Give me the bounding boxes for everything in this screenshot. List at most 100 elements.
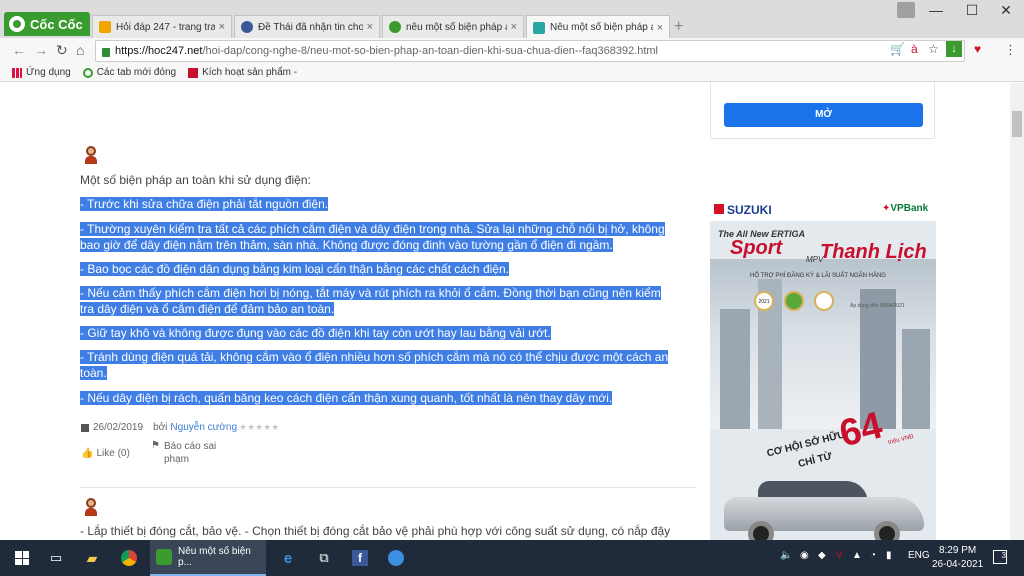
bookmarks-bar: Ứng dụng Các tab mới đóng Kích hoạt sản … bbox=[0, 64, 1024, 82]
suzuki-logo: SUZUKI bbox=[714, 203, 772, 217]
bookmark-activate[interactable]: Kích hoạt sản phẩm - bbox=[188, 67, 297, 78]
scrollbar-thumb[interactable] bbox=[1012, 111, 1022, 137]
tab-label: Đề Thái đã nhận tin cho bạ bbox=[258, 21, 363, 33]
edge-icon[interactable]: e bbox=[274, 540, 302, 576]
like-label: Like (0) bbox=[96, 448, 130, 459]
user-avatar-icon[interactable] bbox=[82, 146, 100, 164]
tray-app-icon[interactable]: ▲ bbox=[852, 550, 862, 561]
teamviewer-icon[interactable] bbox=[382, 540, 410, 576]
vpbank-logo: ✦VPBank bbox=[882, 203, 929, 214]
kaspersky-icon bbox=[188, 67, 199, 78]
like-button[interactable]: 👍 Like (0) bbox=[81, 448, 130, 459]
wifi-icon[interactable]: ◔ bbox=[870, 550, 876, 561]
tab-facebook[interactable]: Đề Thái đã nhận tin cho bạ × bbox=[234, 15, 380, 38]
taskbar-active-app[interactable]: Nêu một số biện p... bbox=[150, 540, 266, 576]
clock-time: 8:29 PM bbox=[938, 545, 977, 556]
address-bar[interactable]: https://hoc247.net/hoi-dap/cong-nghe-8/n… bbox=[95, 40, 965, 62]
rating-stars[interactable]: ★★★★★ bbox=[239, 422, 279, 433]
sidebar-box: MỞ bbox=[710, 83, 935, 139]
bookmark-apps[interactable]: Ứng dụng bbox=[12, 67, 71, 78]
answer-line: - Nếu cảm thấy phích cắm điện hơi bị nón… bbox=[80, 286, 661, 300]
menu-icon[interactable]: ⋮ bbox=[1004, 42, 1017, 58]
ad-brand: SUZUKI bbox=[727, 203, 772, 217]
coccoc-leaf-icon bbox=[9, 16, 25, 32]
notification-count: 3 bbox=[1001, 551, 1006, 560]
store-icon[interactable]: ⧉ bbox=[310, 540, 338, 576]
reload-icon[interactable]: ↻ bbox=[56, 42, 68, 59]
badge-year: 2021 bbox=[758, 299, 770, 305]
by-label: bởi bbox=[153, 422, 168, 433]
coccoc-logo[interactable]: Cốc Cốc bbox=[4, 12, 90, 36]
minimize-button[interactable]: — bbox=[916, 2, 956, 18]
chrome-icon[interactable] bbox=[114, 540, 144, 576]
page-scrollbar[interactable] bbox=[1010, 83, 1024, 540]
tab-search[interactable]: nêu một số biện pháp an t × bbox=[382, 15, 524, 38]
close-window-button[interactable]: ✕ bbox=[986, 2, 1024, 19]
ad-sport: Sport bbox=[730, 237, 783, 259]
battery-icon[interactable]: ▮ bbox=[886, 550, 892, 561]
history-icon bbox=[82, 67, 93, 78]
report-button[interactable]: ⚑ Báo cáo sai phạm bbox=[151, 440, 216, 466]
translate-icon[interactable]: à bbox=[911, 42, 918, 56]
ad-offer-line2: CHỈ TỪ bbox=[797, 451, 834, 470]
speaker-icon[interactable]: 🔈 bbox=[780, 550, 792, 561]
web-page: MỞ Một số biện pháp an toàn khi sử dụng … bbox=[0, 83, 1024, 540]
tray-app-icon[interactable]: V bbox=[836, 550, 843, 561]
tab-hoi-dap[interactable]: Hỏi đáp 247 - trang tra lời × bbox=[92, 15, 232, 38]
clock[interactable]: 8:29 PM 26-04-2021 bbox=[932, 544, 983, 572]
facebook-taskbar-icon[interactable]: f bbox=[346, 540, 374, 576]
bookmark-star-icon[interactable]: ☆ bbox=[928, 42, 939, 56]
close-icon[interactable]: × bbox=[219, 21, 225, 33]
tray-app-icon[interactable]: ◆ bbox=[818, 550, 826, 561]
start-button[interactable] bbox=[6, 540, 38, 576]
bookmark-recent-tabs[interactable]: Các tab mới đóng bbox=[82, 67, 177, 78]
tray-app-icon[interactable]: ◉ bbox=[800, 550, 809, 561]
tab-label: nêu một số biện pháp an t bbox=[406, 21, 507, 33]
suzuki-s-icon bbox=[714, 204, 724, 214]
download-icon[interactable]: ↓ bbox=[946, 41, 962, 57]
windows-taskbar: ▭ ▰ Nêu một số biện p... e ⧉ f 🔈 ◉ ◆ V ▲… bbox=[0, 540, 1024, 576]
task-view-icon[interactable]: ▭ bbox=[42, 540, 70, 576]
answer-line: bao giờ để dây điện nằm trên thảm, sàn n… bbox=[80, 238, 613, 252]
calendar-icon bbox=[81, 423, 89, 432]
ad-bank: VPBank bbox=[890, 203, 929, 214]
ad-offer-line1: CƠ HỘI SỞ HỮU bbox=[765, 429, 846, 460]
close-icon[interactable]: × bbox=[657, 22, 663, 34]
language-indicator[interactable]: ENG bbox=[908, 550, 930, 561]
thumbs-up-icon: 👍 bbox=[81, 448, 94, 459]
author-link[interactable]: Nguyễn cường bbox=[170, 422, 237, 433]
new-tab-button[interactable]: + bbox=[674, 18, 683, 36]
cart-icon[interactable]: 🛒 bbox=[890, 42, 905, 56]
answer-line: toàn. bbox=[80, 366, 107, 380]
hoc247-icon bbox=[99, 21, 111, 33]
home-icon[interactable]: ⌂ bbox=[76, 42, 84, 58]
heart-icon[interactable]: ♥ bbox=[974, 42, 981, 56]
tab-label: Nêu một số biện pháp an t bbox=[550, 22, 653, 33]
report-label: Báo cáo sai bbox=[163, 441, 217, 452]
close-icon[interactable]: × bbox=[367, 21, 373, 33]
url-host: https://hoc247.net bbox=[115, 45, 203, 57]
url-path: /hoi-dap/cong-nghe-8/neu-mot-so-bien-pha… bbox=[202, 45, 659, 57]
coccoc-icon bbox=[156, 549, 172, 565]
answer-line: - Trước khi sửa chữa điện phải tắt nguồn… bbox=[80, 197, 329, 211]
suzuki-ad-banner[interactable]: SUZUKI ✦VPBank The All New ERTIGA Sport … bbox=[710, 199, 936, 540]
tab-strip: Cốc Cốc Hỏi đáp 247 - trang tra lời × Đề… bbox=[0, 0, 1024, 39]
open-button[interactable]: MỞ bbox=[724, 103, 923, 127]
bookmark-label: Các tab mới đóng bbox=[96, 67, 177, 78]
forward-arrow-icon[interactable]: → bbox=[34, 42, 48, 58]
city-background bbox=[710, 259, 936, 429]
notification-center-icon[interactable]: 3 bbox=[993, 550, 1007, 564]
file-explorer-icon[interactable]: ▰ bbox=[78, 540, 106, 576]
clock-date: 26-04-2021 bbox=[932, 559, 984, 570]
back-arrow-icon[interactable]: ← bbox=[12, 42, 26, 58]
close-icon[interactable]: × bbox=[511, 21, 517, 33]
answer-line: - Tránh dùng điện quá tải, không cắm vào… bbox=[80, 350, 669, 364]
browser-brand: Cốc Cốc bbox=[30, 16, 83, 32]
user-profile-icon[interactable] bbox=[897, 2, 915, 18]
coccoc-search-icon bbox=[389, 21, 401, 33]
answer-2-text: - Lắp thiết bị đóng cắt, bảo vệ. - Chọn … bbox=[80, 524, 671, 538]
answer-line: tra dây điện và ổ cắm điện để đảm bảo an… bbox=[80, 302, 335, 316]
windows-logo-icon bbox=[15, 551, 29, 565]
user-avatar-icon[interactable] bbox=[82, 498, 100, 516]
tab-active-page[interactable]: Nêu một số biện pháp an t × bbox=[526, 15, 670, 39]
